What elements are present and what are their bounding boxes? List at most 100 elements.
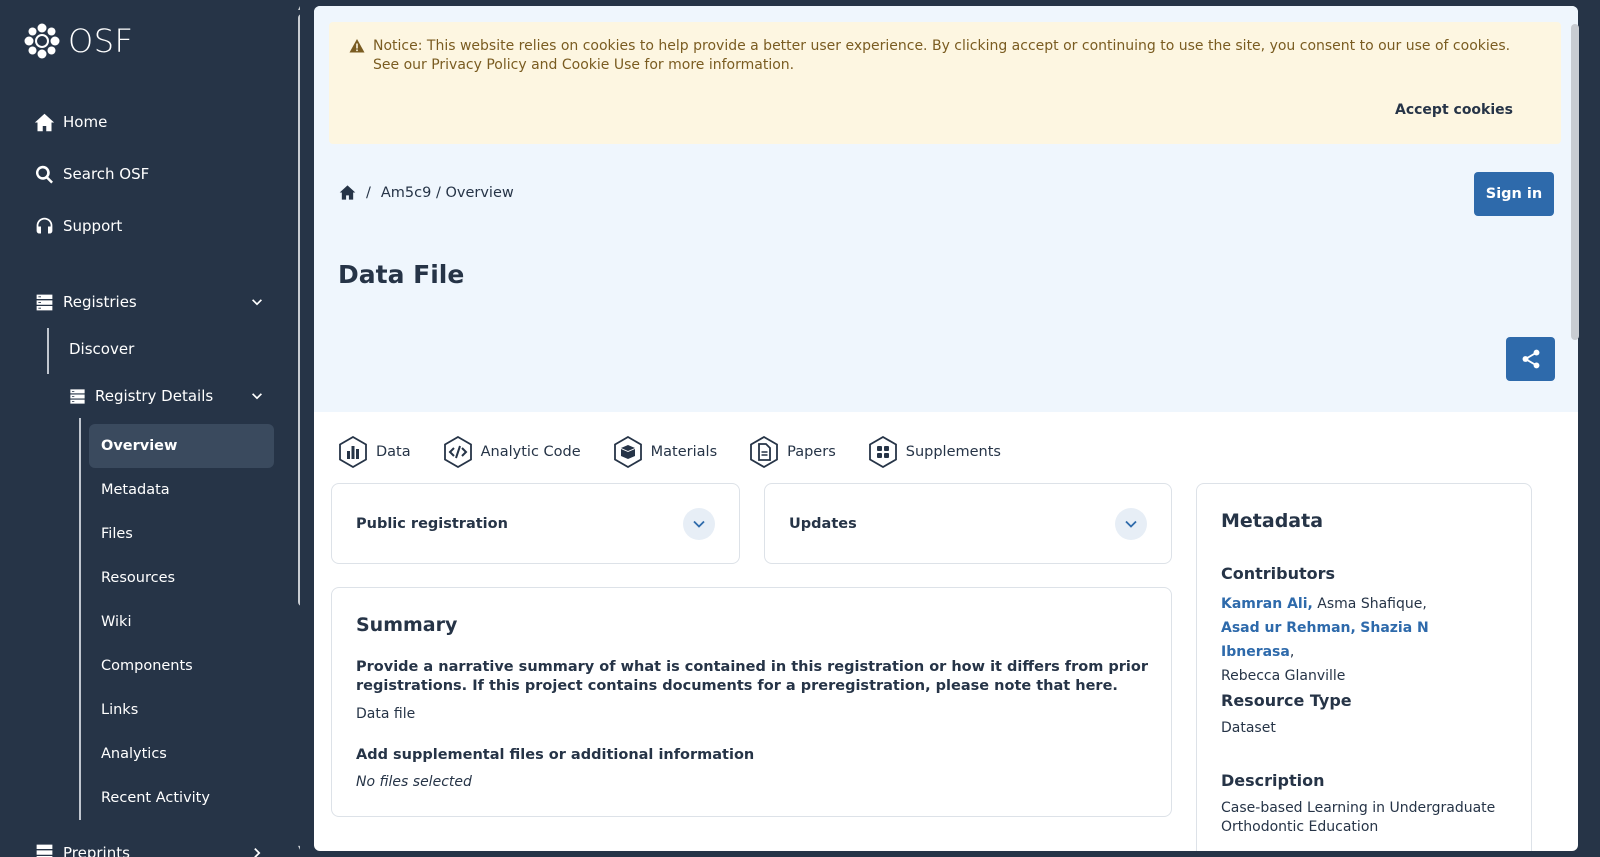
badge-papers-label: Papers: [787, 444, 836, 460]
accept-cookies-button[interactable]: Accept cookies: [1395, 102, 1513, 118]
contributor-separator: ,: [1289, 644, 1295, 660]
tree-line: [79, 418, 81, 820]
badge-papers[interactable]: Papers: [749, 436, 836, 468]
scroll-up-icon[interactable]: ▲: [298, 2, 300, 11]
cookie-notice-text: Notice: This website relies on cookies t…: [373, 38, 1511, 73]
badge-supplements-label: Supplements: [905, 444, 1001, 460]
subnav-overview[interactable]: Overview: [89, 424, 274, 468]
subnav-metadata[interactable]: Metadata: [89, 468, 274, 512]
updates-title: Updates: [789, 516, 857, 532]
expand-button[interactable]: [1115, 508, 1147, 540]
open-practice-badges: Data Analytic Code Materials Papers Supp…: [338, 436, 1033, 468]
subnav-links[interactable]: Links: [89, 688, 274, 732]
sidebar-scrollbar[interactable]: ▲ ▼: [298, 0, 300, 857]
materials-badge-icon: [613, 436, 642, 468]
description-value: Case-based Learning in Undergraduate Ort…: [1221, 800, 1496, 835]
nav-registry-details[interactable]: Registry Details: [68, 377, 264, 415]
breadcrumb: / Am5c9 / Overview: [339, 184, 514, 201]
contributor-link[interactable]: Kamran Ali,: [1221, 596, 1313, 612]
breadcrumb-path: Am5c9 / Overview: [380, 184, 514, 201]
subnav-wiki[interactable]: Wiki: [89, 600, 274, 644]
preprints-icon: [36, 844, 53, 857]
contributors-list: Kamran Ali, Asma Shafique, Asad ur Rehma…: [1221, 592, 1501, 688]
badge-materials[interactable]: Materials: [613, 436, 717, 468]
nav-search[interactable]: Search OSF: [34, 148, 149, 200]
sign-in-button[interactable]: Sign in: [1474, 172, 1554, 216]
nav-registries[interactable]: Registries: [34, 282, 264, 322]
registry-details-label: Registry Details: [95, 387, 214, 405]
chevron-down-icon: [1125, 520, 1137, 528]
badge-materials-label: Materials: [650, 444, 718, 460]
main-scrollbar[interactable]: [1568, 6, 1580, 851]
resource-type-value: Dataset: [1221, 720, 1276, 736]
osf-logo[interactable]: OSF: [24, 22, 133, 60]
expand-button[interactable]: [683, 508, 715, 540]
main-content: Notice: This website relies on cookies t…: [314, 6, 1578, 851]
resource-type-label: Resource Type: [1221, 691, 1352, 710]
badge-analytic-code-label: Analytic Code: [480, 444, 581, 460]
home-icon: [34, 113, 55, 131]
supplements-badge-icon: [868, 436, 897, 468]
nav-home-label: Home: [63, 113, 108, 131]
registries-label: Registries: [63, 293, 137, 311]
breadcrumb-separator: /: [366, 184, 371, 201]
share-icon: [1522, 349, 1539, 369]
nav-discover[interactable]: Discover: [69, 340, 134, 358]
subnav-recent-activity[interactable]: Recent Activity: [89, 776, 274, 820]
public-registration-title: Public registration: [356, 516, 508, 532]
nav-home[interactable]: Home: [34, 96, 149, 148]
supplemental-answer: No files selected: [356, 774, 472, 790]
nav-support-label: Support: [63, 217, 123, 235]
preprints-label: Preprints: [63, 843, 130, 857]
sidebar-scroll-thumb[interactable]: [298, 14, 300, 606]
home-icon[interactable]: [339, 184, 356, 201]
chevron-down-icon: [252, 393, 262, 400]
primary-nav: Home Search OSF Support: [34, 96, 149, 252]
nav-search-label: Search OSF: [63, 165, 150, 183]
tree-line: [47, 328, 49, 374]
public-registration-accordion[interactable]: Public registration: [331, 483, 740, 564]
metadata-card: Metadata Contributors Kamran Ali, Asma S…: [1196, 483, 1532, 851]
cookie-banner: Notice: This website relies on cookies t…: [329, 22, 1561, 144]
summary-question: Provide a narrative summary of what is c…: [356, 659, 1148, 694]
data-badge-icon: [339, 436, 367, 468]
subnav-files[interactable]: Files: [89, 512, 274, 556]
page-title: Data File: [338, 260, 465, 289]
subnav-analytics[interactable]: Analytics: [89, 732, 274, 776]
osf-logo-icon: [24, 23, 60, 59]
chevron-down-icon: [252, 299, 262, 306]
badge-data-label: Data: [376, 444, 411, 460]
subnav-components[interactable]: Components: [89, 644, 274, 688]
registry-subnav: Overview Metadata Files Resources Wiki C…: [89, 424, 274, 820]
chevron-down-icon: [693, 520, 705, 528]
headset-icon: [36, 217, 53, 233]
main-scroll-thumb[interactable]: [1571, 24, 1579, 340]
header-area: Notice: This website relies on cookies t…: [314, 6, 1578, 412]
badge-supplements[interactable]: Supplements: [868, 436, 1001, 468]
share-button[interactable]: [1506, 337, 1555, 381]
search-icon: [35, 165, 53, 184]
code-badge-icon: [443, 436, 472, 468]
summary-heading: Summary: [356, 614, 458, 636]
sidebar: OSF Home Search OSF Support Registries D…: [0, 0, 300, 857]
contributors-label: Contributors: [1221, 564, 1336, 583]
supplemental-question: Add supplemental files or additional inf…: [356, 747, 755, 763]
badge-data[interactable]: Data: [338, 436, 411, 468]
chevron-right-icon: [254, 847, 261, 857]
nav-preprints[interactable]: Preprints: [34, 842, 264, 857]
papers-badge-icon: [750, 436, 779, 468]
updates-accordion[interactable]: Updates: [764, 483, 1172, 564]
registry-details-icon: [70, 388, 85, 404]
logo-text: OSF: [68, 22, 134, 60]
contributor-name: Asma Shafique,: [1317, 596, 1427, 612]
metadata-heading: Metadata: [1221, 510, 1324, 532]
contributor-link[interactable]: Asad ur Rehman,: [1221, 620, 1356, 636]
subnav-resources[interactable]: Resources: [89, 556, 274, 600]
summary-card: Summary Provide a narrative summary of w…: [331, 587, 1172, 817]
nav-support[interactable]: Support: [34, 200, 149, 252]
badge-analytic-code[interactable]: Analytic Code: [443, 436, 581, 468]
warning-icon: [349, 39, 365, 53]
description-label: Description: [1221, 771, 1325, 790]
scroll-down-icon[interactable]: ▼: [298, 844, 300, 853]
contributor-name: Rebecca Glanville: [1221, 668, 1346, 684]
